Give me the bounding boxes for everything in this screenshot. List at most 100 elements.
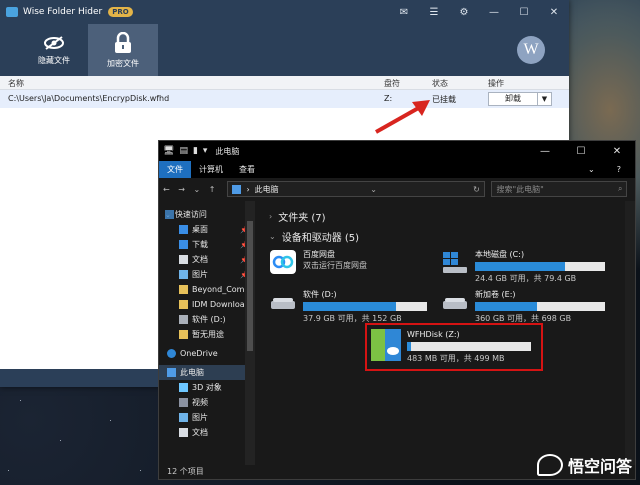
column-status[interactable]: 状态 <box>432 78 448 89</box>
close-button[interactable]: ✕ <box>599 146 635 157</box>
devices-group-header[interactable]: ⌄ 设备和驱动器 (5) <box>269 229 359 244</box>
wfh-titlebar: Wise Folder Hider PRO ✉ ☰ ⚙ — ☐ ✕ <box>0 0 569 24</box>
search-input[interactable]: 搜索"此电脑" ⌕ <box>491 181 628 197</box>
star-icon <box>165 210 174 219</box>
close-button[interactable]: ✕ <box>539 0 569 24</box>
navigation-pane: ⌄ 快速访问 桌面 📌 下载 📌 文档 📌 图片 <box>159 201 255 465</box>
3d-objects-icon <box>179 383 188 392</box>
menu-icon[interactable]: ☰ <box>419 0 449 24</box>
device-drive-d[interactable]: 软件 (D:) 37.9 GB 可用，共 152 GB <box>269 289 439 324</box>
sidebar-item-pictures-pc[interactable]: 图片 <box>159 410 255 425</box>
back-button[interactable]: ← <box>163 185 170 194</box>
minimize-button[interactable]: — <box>527 146 563 157</box>
sidebar-item-label: 视频 <box>192 398 208 407</box>
row-status: 已挂载 <box>432 95 456 104</box>
sidebar-item-documents[interactable]: 文档 📌 <box>159 252 255 267</box>
minimize-button[interactable]: — <box>479 0 509 24</box>
explorer-title: 此电脑 <box>215 146 240 156</box>
row-path: C:\Users\Ja\Documents\EncrypDisk.wfhd <box>8 94 170 103</box>
column-drive[interactable]: 盘符 <box>384 78 400 89</box>
usage-bar <box>475 262 605 271</box>
status-bar-count: 12 个项目 <box>167 467 204 476</box>
sidebar-item-idm-download[interactable]: IDM Download <box>159 297 255 312</box>
chevron-right-icon[interactable]: › <box>269 212 272 221</box>
refresh-icon[interactable]: ↻ <box>468 185 484 194</box>
app-logo-icon <box>6 7 18 17</box>
recent-locations-icon[interactable]: ⌄ <box>194 185 201 194</box>
tab-computer[interactable]: 计算机 <box>191 161 231 178</box>
properties-icon[interactable]: ▤ <box>179 146 188 156</box>
mail-icon[interactable]: ✉ <box>389 0 419 24</box>
settings-icon[interactable]: ⚙ <box>449 0 479 24</box>
column-name[interactable]: 名称 <box>8 78 24 89</box>
device-name: 软件 (D:) <box>303 290 337 299</box>
sidebar-item-videos[interactable]: 视频 <box>159 395 255 410</box>
hide-file-label: 隐藏文件 <box>38 55 70 65</box>
app-title: Wise Folder Hider <box>23 7 103 17</box>
maximize-button[interactable]: ☐ <box>509 0 539 24</box>
sidebar-item-drive-d[interactable]: 软件 (D:) <box>159 312 255 327</box>
sidebar-item-3d-objects[interactable]: 3D 对象 <box>159 380 255 395</box>
unmount-button[interactable]: 卸载 ▼ <box>488 92 552 106</box>
pro-badge: PRO <box>108 7 133 17</box>
red-highlight-box <box>365 323 543 371</box>
chevron-down-icon[interactable]: ⌄ <box>580 161 603 178</box>
wfh-toolbar: 隐藏文件 加密文件 W <box>0 24 569 76</box>
tab-view[interactable]: 查看 <box>231 161 263 178</box>
content-pane: › 文件夹 (7) ⌄ 设备和驱动器 (5) 百度网盘 双击运行百度网盘 本地磁… <box>255 201 635 465</box>
drive-icon <box>271 298 295 309</box>
usage-bar-fill <box>303 302 396 311</box>
encrypt-file-label: 加密文件 <box>107 58 139 68</box>
sidebar-item-label: IDM Download <box>192 300 250 309</box>
up-button[interactable]: ↑ <box>209 185 216 194</box>
folder-icon <box>179 285 188 294</box>
picture-icon <box>179 413 188 422</box>
address-dropdown-icon[interactable]: ⌄ <box>370 185 377 194</box>
device-subtitle: 24.4 GB 可用，共 79.4 GB <box>475 274 577 283</box>
tab-file[interactable]: 文件 <box>159 161 191 178</box>
baidu-netdisk-icon <box>270 250 296 274</box>
chevron-down-icon[interactable]: ⌄ <box>269 232 276 241</box>
sidebar-item-downloads[interactable]: 下载 📌 <box>159 237 255 252</box>
breadcrumb[interactable]: 此电脑 <box>255 184 279 195</box>
watermark: 悟空问答 <box>536 453 632 477</box>
device-drive-e[interactable]: 新加卷 (E:) 360 GB 可用，共 698 GB <box>441 289 611 324</box>
chevron-down-icon[interactable]: ▼ <box>537 93 551 105</box>
new-folder-icon[interactable]: ▮ <box>193 146 198 156</box>
column-action[interactable]: 操作 <box>488 78 504 89</box>
document-icon <box>179 428 188 437</box>
red-arrow-annotation <box>375 100 430 134</box>
maximize-button[interactable]: ☐ <box>563 146 599 157</box>
sidebar-item-desktop[interactable]: 桌面 📌 <box>159 222 255 237</box>
nav-scrollbar[interactable] <box>245 201 255 465</box>
hide-file-button[interactable]: 隐藏文件 <box>20 24 88 76</box>
help-icon[interactable]: ? <box>609 161 629 178</box>
device-drive-c[interactable]: 本地磁盘 (C:) 24.4 GB 可用，共 79.4 GB <box>441 249 611 284</box>
user-avatar[interactable]: W <box>517 36 545 64</box>
table-row[interactable]: C:\Users\Ja\Documents\EncrypDisk.wfhd Z:… <box>0 90 569 108</box>
customize-quick-access-icon[interactable]: ▾ <box>203 146 208 156</box>
sidebar-item-pictures[interactable]: 图片 📌 <box>159 267 255 282</box>
folders-group-header[interactable]: › 文件夹 (7) <box>269 209 326 224</box>
lock-icon <box>115 31 131 53</box>
sidebar-item-onedrive[interactable]: OneDrive <box>159 346 255 361</box>
forward-button[interactable]: → <box>178 185 185 194</box>
search-placeholder: 搜索"此电脑" <box>496 184 544 194</box>
encrypt-file-button[interactable]: 加密文件 <box>88 24 158 76</box>
device-name: 本地磁盘 (C:) <box>475 250 525 259</box>
sidebar-item-this-pc[interactable]: 此电脑 <box>159 365 255 380</box>
content-scrollbar[interactable] <box>625 201 635 465</box>
wukong-logo-icon <box>536 454 563 476</box>
device-baidu-netdisk[interactable]: 百度网盘 双击运行百度网盘 <box>269 249 429 275</box>
windows-drive-icon <box>443 252 467 273</box>
sidebar-item-beyond-compare[interactable]: Beyond_Compa <box>159 282 255 297</box>
ribbon-tabs: 文件 计算机 查看 ⌄ ? <box>159 161 635 178</box>
sidebar-item-quick-access[interactable]: ⌄ 快速访问 <box>159 207 255 222</box>
sidebar-item-documents-pc[interactable]: 文档 <box>159 425 255 440</box>
drive-icon <box>443 298 467 309</box>
address-field[interactable]: › 此电脑 ⌄ ↻ <box>227 181 486 197</box>
table-header: 名称 盘符 状态 操作 <box>0 76 569 90</box>
pc-icon: 🖥 <box>163 146 175 156</box>
explorer-titlebar: 🖥 ▤ ▮ ▾ 此电脑 — ☐ ✕ <box>159 141 635 161</box>
sidebar-item-unused[interactable]: 暂无用途 <box>159 327 255 342</box>
